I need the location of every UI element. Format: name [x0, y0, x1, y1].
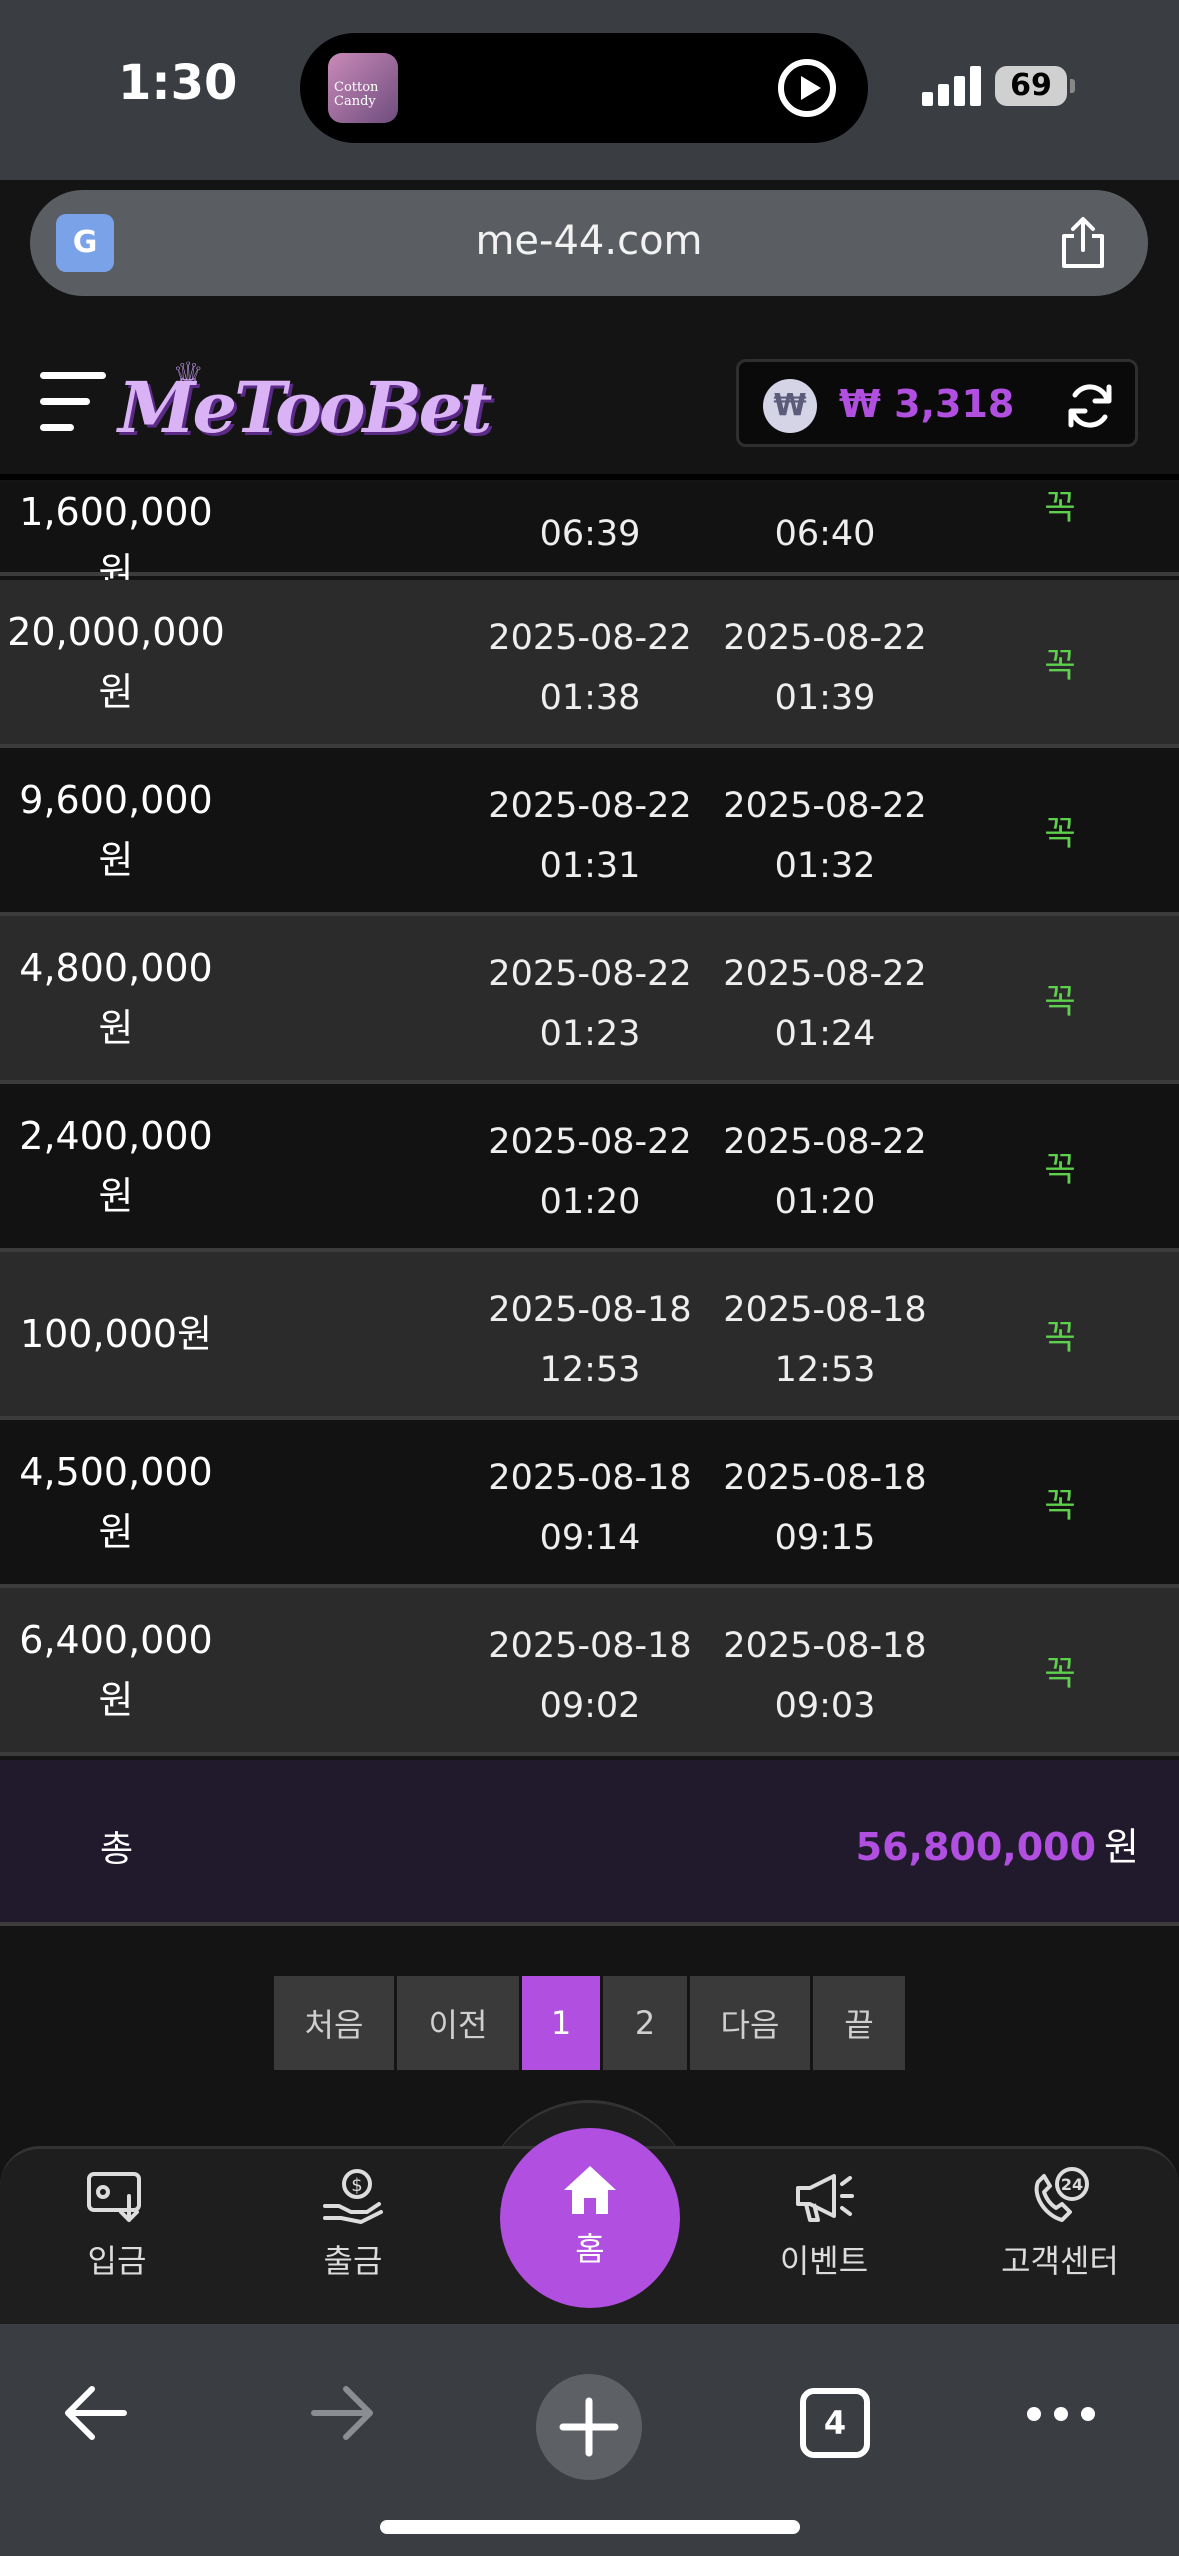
balance-widget: ₩ ₩ 3,318	[736, 359, 1138, 447]
won-coin-icon: ₩	[763, 379, 817, 433]
withdraw-icon: $	[323, 2169, 383, 2224]
process-datetime-cell: 2025-08-22 01:32	[723, 786, 927, 886]
process-datetime-cell: 2025-08-18 12:53	[723, 1290, 927, 1390]
cellular-signal-icon	[922, 66, 984, 106]
amount-cell: 20,000,000원	[7, 610, 225, 714]
share-icon[interactable]	[1058, 216, 1108, 270]
nav-support[interactable]: 24 고객센터	[960, 2166, 1160, 2282]
table-row: 9,600,000원 2025-08-22 01:31 2025-08-22 01:…	[0, 748, 1179, 916]
nav-event-label: 이벤트	[779, 2242, 869, 2280]
home-icon	[564, 2166, 616, 2214]
status-cell: 꼭	[1044, 814, 1076, 854]
process-datetime-cell: 2025-08-18 09:15	[723, 1458, 927, 1558]
more-options-icon[interactable]	[1024, 2402, 1098, 2426]
next-page-button[interactable]: 다음	[690, 1976, 810, 2070]
amount-cell: 4,800,000원	[19, 946, 213, 1050]
amount-cell: 6,400,000원	[19, 1618, 213, 1722]
status-cell: 꼭	[1044, 488, 1076, 528]
table-row: 20,000,000원 2025-08-22 01:38 2025-08-22 01…	[0, 580, 1179, 748]
nav-home-label: 홈	[575, 2230, 605, 2268]
request-datetime-cell: 2025-08-18 09:02	[488, 1626, 692, 1726]
nav-event[interactable]: 이벤트	[724, 2166, 924, 2282]
home-button[interactable]: 홈	[500, 2128, 680, 2308]
new-tab-button[interactable]	[536, 2374, 642, 2480]
nav-withdraw[interactable]: $ 출금	[253, 2166, 453, 2282]
table-row: 4,800,000원 2025-08-22 01:23 2025-08-22 01:…	[0, 916, 1179, 1084]
support-24-icon: 24	[1034, 2167, 1089, 2222]
page-1-button[interactable]: 1	[522, 1976, 600, 2070]
process-datetime-cell: 2025-08-22 01:24	[723, 954, 927, 1054]
site-header: ♕ MeTooBet ₩ ₩ 3,318	[0, 326, 1179, 480]
page-2-button[interactable]: 2	[603, 1976, 687, 2070]
request-datetime-cell: 2025-08-22 01:38	[488, 618, 692, 718]
table-row: 100,000원 2025-08-18 12:53 2025-08-18 12:53…	[0, 1252, 1179, 1420]
request-datetime-cell: 2025-08-18 09:14	[488, 1458, 692, 1558]
home-indicator[interactable]	[380, 2520, 800, 2534]
table-row: 4,500,000원 2025-08-18 09:14 2025-08-18 09:…	[0, 1420, 1179, 1588]
megaphone-icon	[796, 2174, 854, 2222]
total-label: 총	[100, 1829, 134, 1870]
total-row: 총 56,800,000 원	[0, 1760, 1179, 1926]
plus-icon	[559, 2397, 619, 2457]
request-datetime-cell: 2025-08-18 12:53	[488, 1290, 692, 1390]
status-cell: 꼭	[1044, 1654, 1076, 1694]
nav-support-label: 고객센터	[1001, 2242, 1119, 2280]
play-icon[interactable]	[778, 59, 836, 117]
table-row: 2,400,000원 2025-08-22 01:20 2025-08-22 01:…	[0, 1084, 1179, 1252]
process-datetime-cell: 2025-08-22 01:20	[723, 1122, 927, 1222]
deposit-icon	[87, 2172, 141, 2222]
nav-deposit[interactable]: 입금	[17, 2166, 217, 2282]
forward-arrow-icon[interactable]	[306, 2376, 380, 2450]
amount-cell: 2,400,000원	[19, 1114, 213, 1218]
site-logo[interactable]: MeTooBet	[118, 366, 492, 449]
status-cell: 꼭	[1044, 982, 1076, 1022]
first-page-button[interactable]: 처음	[274, 1976, 394, 2070]
svg-text:$: $	[351, 2175, 362, 2196]
back-arrow-icon[interactable]	[58, 2376, 132, 2450]
table-row: 1,600,000원 06:39 06:40 꼭	[0, 482, 1179, 594]
browser-toolbar: 4	[0, 2324, 1179, 2556]
status-cell: 꼭	[1044, 646, 1076, 686]
amount-cell: 9,600,000원	[19, 778, 213, 882]
prev-page-button[interactable]: 이전	[397, 1976, 519, 2070]
amount-cell: 4,500,000원	[19, 1450, 213, 1554]
address-bar[interactable]: G me-44.com	[30, 190, 1148, 296]
request-time-cell: 06:39	[539, 514, 641, 554]
status-bar: 1:30 Cotton Candy 69	[0, 0, 1179, 180]
request-datetime-cell: 2025-08-22 01:31	[488, 786, 692, 886]
hamburger-menu-icon[interactable]	[40, 372, 106, 432]
table-row: 6,400,000원 2025-08-18 09:02 2025-08-18 09:…	[0, 1588, 1179, 1756]
now-playing-artwork: Cotton Candy	[328, 53, 398, 123]
svg-text:24: 24	[1061, 2175, 1083, 2194]
process-time-cell: 06:40	[774, 514, 876, 554]
battery-indicator: 69	[995, 66, 1075, 106]
request-datetime-cell: 2025-08-22 01:23	[488, 954, 692, 1054]
request-datetime-cell: 2025-08-22 01:20	[488, 1122, 692, 1222]
nav-withdraw-label: 출금	[323, 2242, 383, 2280]
process-datetime-cell: 2025-08-18 09:03	[723, 1626, 927, 1726]
refresh-icon[interactable]	[1063, 379, 1117, 433]
status-cell: 꼭	[1044, 1486, 1076, 1526]
pagination: 처음 이전 1 2 다음 끝	[274, 1976, 905, 2070]
tabs-button[interactable]: 4	[800, 2388, 870, 2458]
amount-cell: 100,000원	[19, 1312, 213, 1356]
status-cell: 꼭	[1044, 1318, 1076, 1358]
clock: 1:30	[118, 55, 238, 111]
dynamic-island[interactable]: Cotton Candy	[300, 33, 868, 143]
balance-amount: ₩ 3,318	[839, 382, 1015, 426]
url-text[interactable]: me-44.com	[30, 218, 1148, 264]
last-page-button[interactable]: 끝	[813, 1976, 905, 2070]
total-amount: 56,800,000 원	[855, 1825, 1139, 1869]
process-datetime-cell: 2025-08-22 01:39	[723, 618, 927, 718]
amount-cell: 1,600,000원	[19, 490, 213, 594]
status-cell: 꼭	[1044, 1150, 1076, 1190]
nav-deposit-label: 입금	[87, 2242, 147, 2280]
